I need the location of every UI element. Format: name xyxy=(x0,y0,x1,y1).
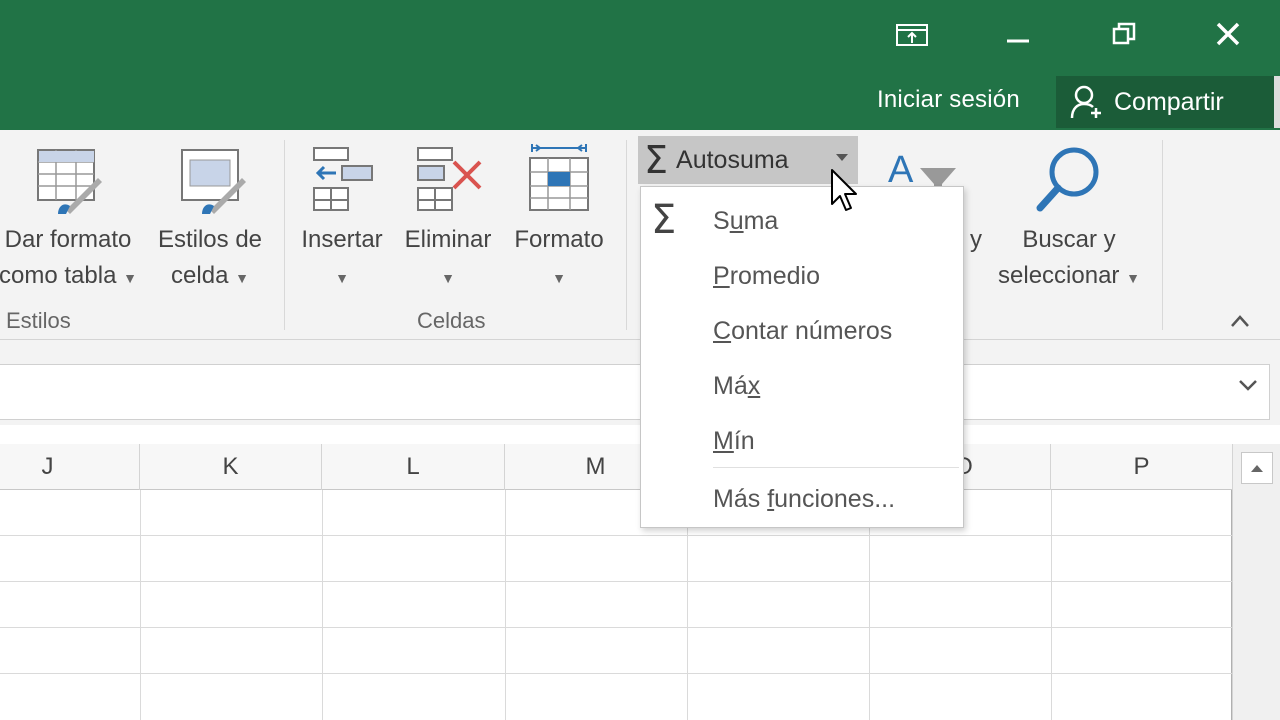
menu-separator xyxy=(713,467,959,468)
chevron-down-icon: ▼ xyxy=(552,270,566,286)
column-header[interactable]: P xyxy=(1051,444,1232,490)
find-select-button[interactable]: Buscar y seleccionar ▼ xyxy=(984,222,1154,296)
grid-line xyxy=(505,490,506,720)
title-bar: Iniciar sesión Compartir xyxy=(0,0,1280,130)
column-letter: K xyxy=(222,453,239,480)
column-header[interactable]: L xyxy=(322,444,505,490)
grid-line xyxy=(0,673,1232,674)
menu-item-min[interactable]: Mín xyxy=(713,427,755,456)
delete-cells-icon xyxy=(416,146,486,217)
scroll-up-button[interactable] xyxy=(1241,452,1273,484)
mouse-cursor-icon xyxy=(830,168,860,221)
menu-item-label: Más funciones... xyxy=(713,485,896,513)
insert-label: Insertar xyxy=(301,226,383,253)
group-label-estilos: Estilos xyxy=(6,308,71,333)
format-table-label-1: Dar formato xyxy=(4,226,132,253)
menu-item-label: Suma xyxy=(713,207,779,235)
cell-styles-button[interactable]: Estilos de celda ▼ xyxy=(148,222,272,296)
find-label-2: seleccionar xyxy=(998,262,1120,289)
title-edge xyxy=(1274,76,1280,128)
restore-icon xyxy=(1112,22,1136,45)
restore-button[interactable] xyxy=(1100,12,1148,56)
autosum-dropdown-menu: Σ Suma Promedio Contar números Máx Mín M… xyxy=(640,186,964,528)
menu-item-label: Máx xyxy=(713,372,761,400)
chevron-down-icon xyxy=(1239,380,1257,391)
menu-item-label: Contar números xyxy=(713,317,893,345)
collapse-ribbon-button[interactable] xyxy=(1230,308,1250,334)
group-separator xyxy=(284,140,285,330)
column-header-row: J K L M N O P xyxy=(0,444,1232,490)
sigma-icon: Σ xyxy=(644,138,669,182)
column-letter: P xyxy=(1133,453,1150,480)
column-letter: M xyxy=(585,453,606,480)
grid-line xyxy=(140,490,141,720)
formula-bar[interactable] xyxy=(0,364,1270,420)
menu-item-suma[interactable]: Suma xyxy=(713,207,778,236)
sigma-icon: Σ xyxy=(651,197,677,243)
column-letter: L xyxy=(406,453,420,480)
cell-styles-icon xyxy=(180,148,248,221)
cell-styles-label-2: celda xyxy=(171,262,229,289)
menu-item-promedio[interactable]: Promedio xyxy=(713,262,820,291)
column-letter: J xyxy=(41,453,54,480)
column-header[interactable]: K xyxy=(140,444,322,490)
ribbon-display-options-button[interactable] xyxy=(888,12,936,56)
format-label: Formato xyxy=(514,226,604,253)
menu-item-label: Mín xyxy=(713,427,755,455)
grid-line xyxy=(322,490,323,720)
triangle-up-icon xyxy=(1251,465,1263,472)
cell-styles-label-1: Estilos de xyxy=(157,226,263,253)
column-header[interactable]: J xyxy=(0,444,140,490)
delete-label: Eliminar xyxy=(404,226,492,253)
insert-button[interactable]: Insertar ▼ xyxy=(292,222,392,296)
chevron-down-icon: ▼ xyxy=(335,270,349,286)
magnifier-icon xyxy=(1034,144,1106,219)
insert-cells-icon xyxy=(312,146,376,217)
format-table-label-2: como tabla xyxy=(0,262,117,289)
format-cells-icon xyxy=(526,142,592,221)
share-button[interactable]: Compartir xyxy=(1056,76,1280,128)
chevron-down-icon: ▼ xyxy=(235,270,249,286)
group-separator xyxy=(626,140,627,330)
autosum-label: Autosuma xyxy=(676,145,789,174)
autosum-button[interactable]: Σ Autosuma xyxy=(638,136,858,184)
format-as-table-icon xyxy=(36,148,104,221)
close-button[interactable] xyxy=(1204,12,1252,56)
grid-line xyxy=(0,581,1232,582)
chevron-down-icon xyxy=(836,154,848,161)
grid-line xyxy=(0,535,1232,536)
minimize-button[interactable] xyxy=(994,12,1042,56)
expand-formula-bar-button[interactable] xyxy=(1238,378,1258,397)
minimize-icon xyxy=(1007,39,1029,43)
share-label: Compartir xyxy=(1114,87,1224,116)
cell-grid[interactable] xyxy=(0,490,1232,720)
ribbon-display-icon xyxy=(896,24,928,46)
grid-line xyxy=(1051,490,1052,720)
grid-line xyxy=(0,627,1232,628)
format-button[interactable]: Formato ▼ xyxy=(504,222,614,296)
chevron-down-icon: ▼ xyxy=(1126,270,1140,286)
menu-item-mas-funciones[interactable]: Más funciones... xyxy=(713,485,895,514)
menu-item-label: Promedio xyxy=(713,262,821,290)
close-icon xyxy=(1216,22,1240,46)
find-label-1: Buscar y xyxy=(1022,226,1116,253)
chevron-up-icon xyxy=(1231,315,1249,327)
group-separator xyxy=(1162,140,1163,330)
vertical-scrollbar[interactable] xyxy=(1232,444,1280,720)
svg-text:A: A xyxy=(888,149,914,191)
menu-item-contar-numeros[interactable]: Contar números xyxy=(713,317,892,346)
chevron-down-icon: ▼ xyxy=(123,270,137,286)
delete-button[interactable]: Eliminar ▼ xyxy=(396,222,500,296)
group-label-celdas: Celdas xyxy=(417,308,486,333)
signin-link[interactable]: Iniciar sesión xyxy=(877,86,1020,114)
format-as-table-button[interactable]: Dar formato como tabla ▼ xyxy=(0,222,142,296)
menu-item-max[interactable]: Máx xyxy=(713,372,760,401)
user-add-icon xyxy=(1070,85,1101,119)
chevron-down-icon: ▼ xyxy=(441,270,455,286)
